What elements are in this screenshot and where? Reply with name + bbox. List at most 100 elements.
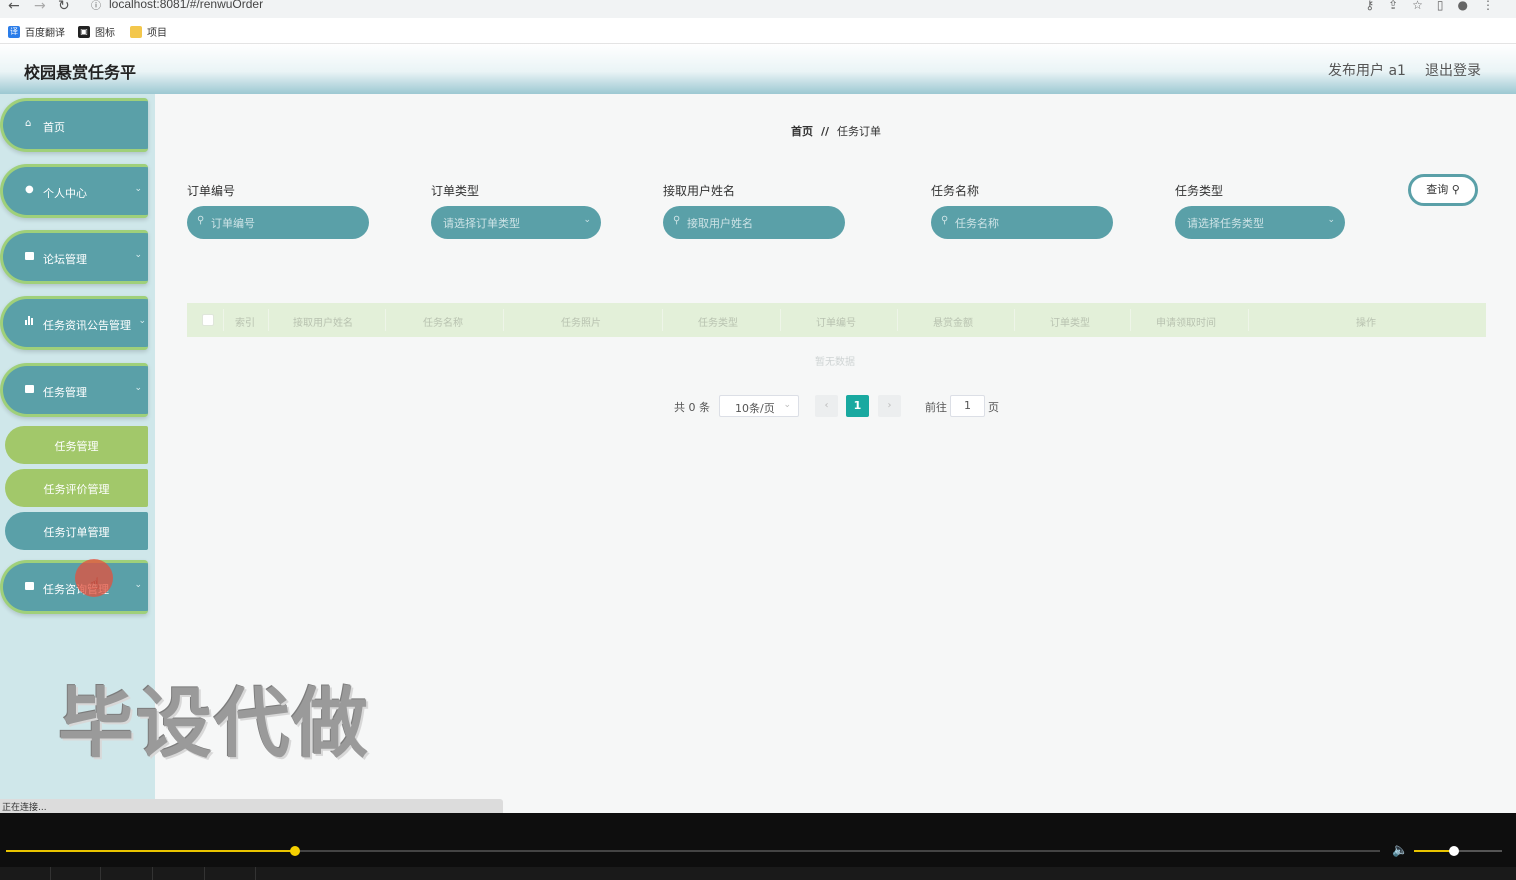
task-type-label: 任务类型 bbox=[1175, 184, 1224, 198]
video-player-bar: 🔈 bbox=[0, 813, 1516, 880]
column-header[interactable]: 订单编号 bbox=[816, 314, 856, 329]
sidebar-item-news[interactable]: 任务资讯公告管理 ⌄ bbox=[0, 296, 148, 350]
volume-level bbox=[1414, 850, 1454, 852]
url-text[interactable]: localhost:8081/#/renwuOrder bbox=[109, 0, 263, 11]
receiver-name-label: 接取用户姓名 bbox=[663, 184, 736, 198]
seek-progress bbox=[6, 850, 295, 852]
breadcrumb-current: 任务订单 bbox=[837, 125, 882, 138]
sidebar-subitem-task-order[interactable]: 任务订单管理 bbox=[5, 512, 148, 550]
column-header[interactable]: 订单类型 bbox=[1050, 314, 1090, 329]
input-placeholder: 任务名称 bbox=[955, 217, 999, 230]
back-icon[interactable]: ← bbox=[8, 0, 20, 14]
info-icon[interactable]: ⓘ bbox=[91, 0, 101, 12]
chevron-down-icon: ⌄ bbox=[134, 383, 142, 393]
prev-page-button[interactable]: ‹ bbox=[815, 395, 838, 417]
column-divider bbox=[1130, 309, 1131, 331]
chevron-down-icon: ⌄ bbox=[1327, 215, 1335, 225]
app-header: 校园悬赏任务平 发布用户 a1 退出登录 bbox=[0, 44, 1516, 94]
column-divider bbox=[1248, 309, 1249, 331]
order-number-input[interactable]: ⚲ 订单编号 bbox=[187, 206, 369, 239]
status-bar: 正在连接... bbox=[0, 799, 503, 813]
translate-icon: 译 bbox=[8, 25, 20, 38]
sidebar-item-forum[interactable]: 论坛管理 ⌄ bbox=[0, 230, 148, 284]
chevron-down-icon: ⌄ bbox=[583, 215, 591, 225]
task-name-label: 任务名称 bbox=[931, 184, 980, 198]
column-header[interactable]: 操作 bbox=[1356, 314, 1376, 329]
player-bottom-strip bbox=[0, 867, 1516, 880]
forward-icon[interactable]: → bbox=[34, 0, 46, 14]
search-icon: ⚲ bbox=[673, 215, 681, 226]
page-size-select[interactable]: 10条/页 ⌄ bbox=[719, 395, 799, 417]
bookmark-label: 项目 bbox=[147, 28, 167, 39]
column-header[interactable]: 悬赏金额 bbox=[933, 314, 973, 329]
page-size-value: 10条/页 bbox=[735, 402, 775, 415]
address-bar: ← → ↻ ⓘ localhost:8081/#/renwuOrder ⚷⇪☆▯… bbox=[0, 0, 1516, 18]
bookmark-item[interactable]: 译 百度翻译 bbox=[8, 24, 65, 39]
bookmark-label: 百度翻译 bbox=[25, 28, 65, 39]
order-type-label: 订单类型 bbox=[431, 184, 480, 198]
column-divider bbox=[503, 309, 504, 331]
task-name-input[interactable]: ⚲ 任务名称 bbox=[931, 206, 1113, 239]
query-label: 查询 bbox=[1426, 183, 1449, 196]
search-icon: ⚲ bbox=[941, 215, 949, 226]
sidebar-item-label: 论坛管理 bbox=[43, 253, 87, 266]
page-number-current[interactable]: 1 bbox=[846, 395, 869, 417]
receiver-name-input[interactable]: ⚲ 接取用户姓名 bbox=[663, 206, 845, 239]
column-divider bbox=[897, 309, 898, 331]
column-header[interactable]: 任务名称 bbox=[423, 314, 463, 329]
column-divider bbox=[662, 309, 663, 331]
sidebar-item-home[interactable]: ⌂ 首页 bbox=[0, 98, 148, 152]
volume-icon[interactable]: 🔈 bbox=[1392, 843, 1408, 858]
search-icon: ⚲ bbox=[1451, 183, 1460, 196]
select-all-checkbox[interactable] bbox=[202, 314, 214, 326]
task-type-select[interactable]: 请选择任务类型 ⌄ bbox=[1175, 206, 1345, 239]
column-divider bbox=[780, 309, 781, 331]
bookmark-label: 图标 bbox=[95, 28, 115, 39]
column-header[interactable]: 申请领取时间 bbox=[1156, 314, 1216, 329]
column-header[interactable]: 任务照片 bbox=[561, 314, 601, 329]
column-header[interactable]: 任务类型 bbox=[698, 314, 738, 329]
pagination-unit-label: 页 bbox=[988, 401, 999, 414]
sidebar-item-task-consult[interactable]: 任务咨询管理 ⌄ bbox=[0, 560, 148, 614]
search-icon: ⚲ bbox=[197, 215, 205, 226]
sidebar-item-label: 任务管理 bbox=[43, 386, 87, 399]
chart-icon bbox=[25, 316, 37, 330]
sidebar-subitem-label: 任务评价管理 bbox=[43, 483, 110, 496]
browser-toolbar-icons[interactable]: ⚷⇪☆▯●⋮ bbox=[1365, 0, 1508, 12]
reload-icon[interactable]: ↻ bbox=[58, 0, 70, 14]
pagination-total: 共 0 条 bbox=[674, 401, 710, 414]
sidebar-subitem-task-review[interactable]: 任务评价管理 bbox=[5, 469, 148, 507]
sidebar-item-task-management[interactable]: 任务管理 ⌄ bbox=[0, 363, 148, 417]
column-divider bbox=[385, 309, 386, 331]
sidebar-item-label: 个人中心 bbox=[43, 187, 87, 200]
status-text: 正在连接... bbox=[2, 803, 47, 813]
bookmark-item[interactable]: 项目 bbox=[130, 24, 167, 39]
order-type-select[interactable]: 请选择订单类型 ⌄ bbox=[431, 206, 601, 239]
seek-handle[interactable] bbox=[289, 846, 300, 856]
column-header[interactable]: 接取用户姓名 bbox=[293, 314, 353, 329]
watermark-text: 毕设代做 bbox=[58, 679, 370, 768]
bookmark-item[interactable]: ▣ 图标 bbox=[78, 24, 115, 39]
browser-window: ← → ↻ ⓘ localhost:8081/#/renwuOrder ⚷⇪☆▯… bbox=[0, 0, 1516, 813]
page-jump-input[interactable]: 1 bbox=[950, 395, 985, 417]
chevron-down-icon: ⌄ bbox=[138, 316, 146, 326]
column-divider bbox=[223, 309, 224, 331]
folder-icon bbox=[130, 25, 142, 38]
sidebar-item-personal-center[interactable]: ● 个人中心 ⌄ bbox=[0, 164, 148, 218]
column-header[interactable]: 索引 bbox=[235, 314, 255, 329]
hand-cursor-icon: ☝ bbox=[90, 574, 100, 593]
column-divider bbox=[1014, 309, 1015, 331]
input-placeholder: 接取用户姓名 bbox=[687, 217, 753, 230]
volume-handle[interactable] bbox=[1448, 846, 1459, 856]
logout-button[interactable]: 退出登录 bbox=[1425, 60, 1481, 80]
query-button[interactable]: 查询 ⚲ bbox=[1408, 174, 1478, 206]
chevron-down-icon: ⌄ bbox=[783, 400, 791, 410]
input-placeholder: 订单编号 bbox=[211, 217, 255, 230]
next-page-button[interactable]: › bbox=[878, 395, 901, 417]
select-placeholder: 请选择任务类型 bbox=[1187, 217, 1264, 230]
table-empty-text: 暂无数据 bbox=[815, 357, 855, 368]
sidebar-subitem-task[interactable]: 任务管理 bbox=[5, 426, 148, 464]
image-icon: ▣ bbox=[78, 25, 90, 38]
breadcrumb-home[interactable]: 首页 bbox=[791, 125, 813, 138]
column-divider bbox=[268, 309, 269, 331]
